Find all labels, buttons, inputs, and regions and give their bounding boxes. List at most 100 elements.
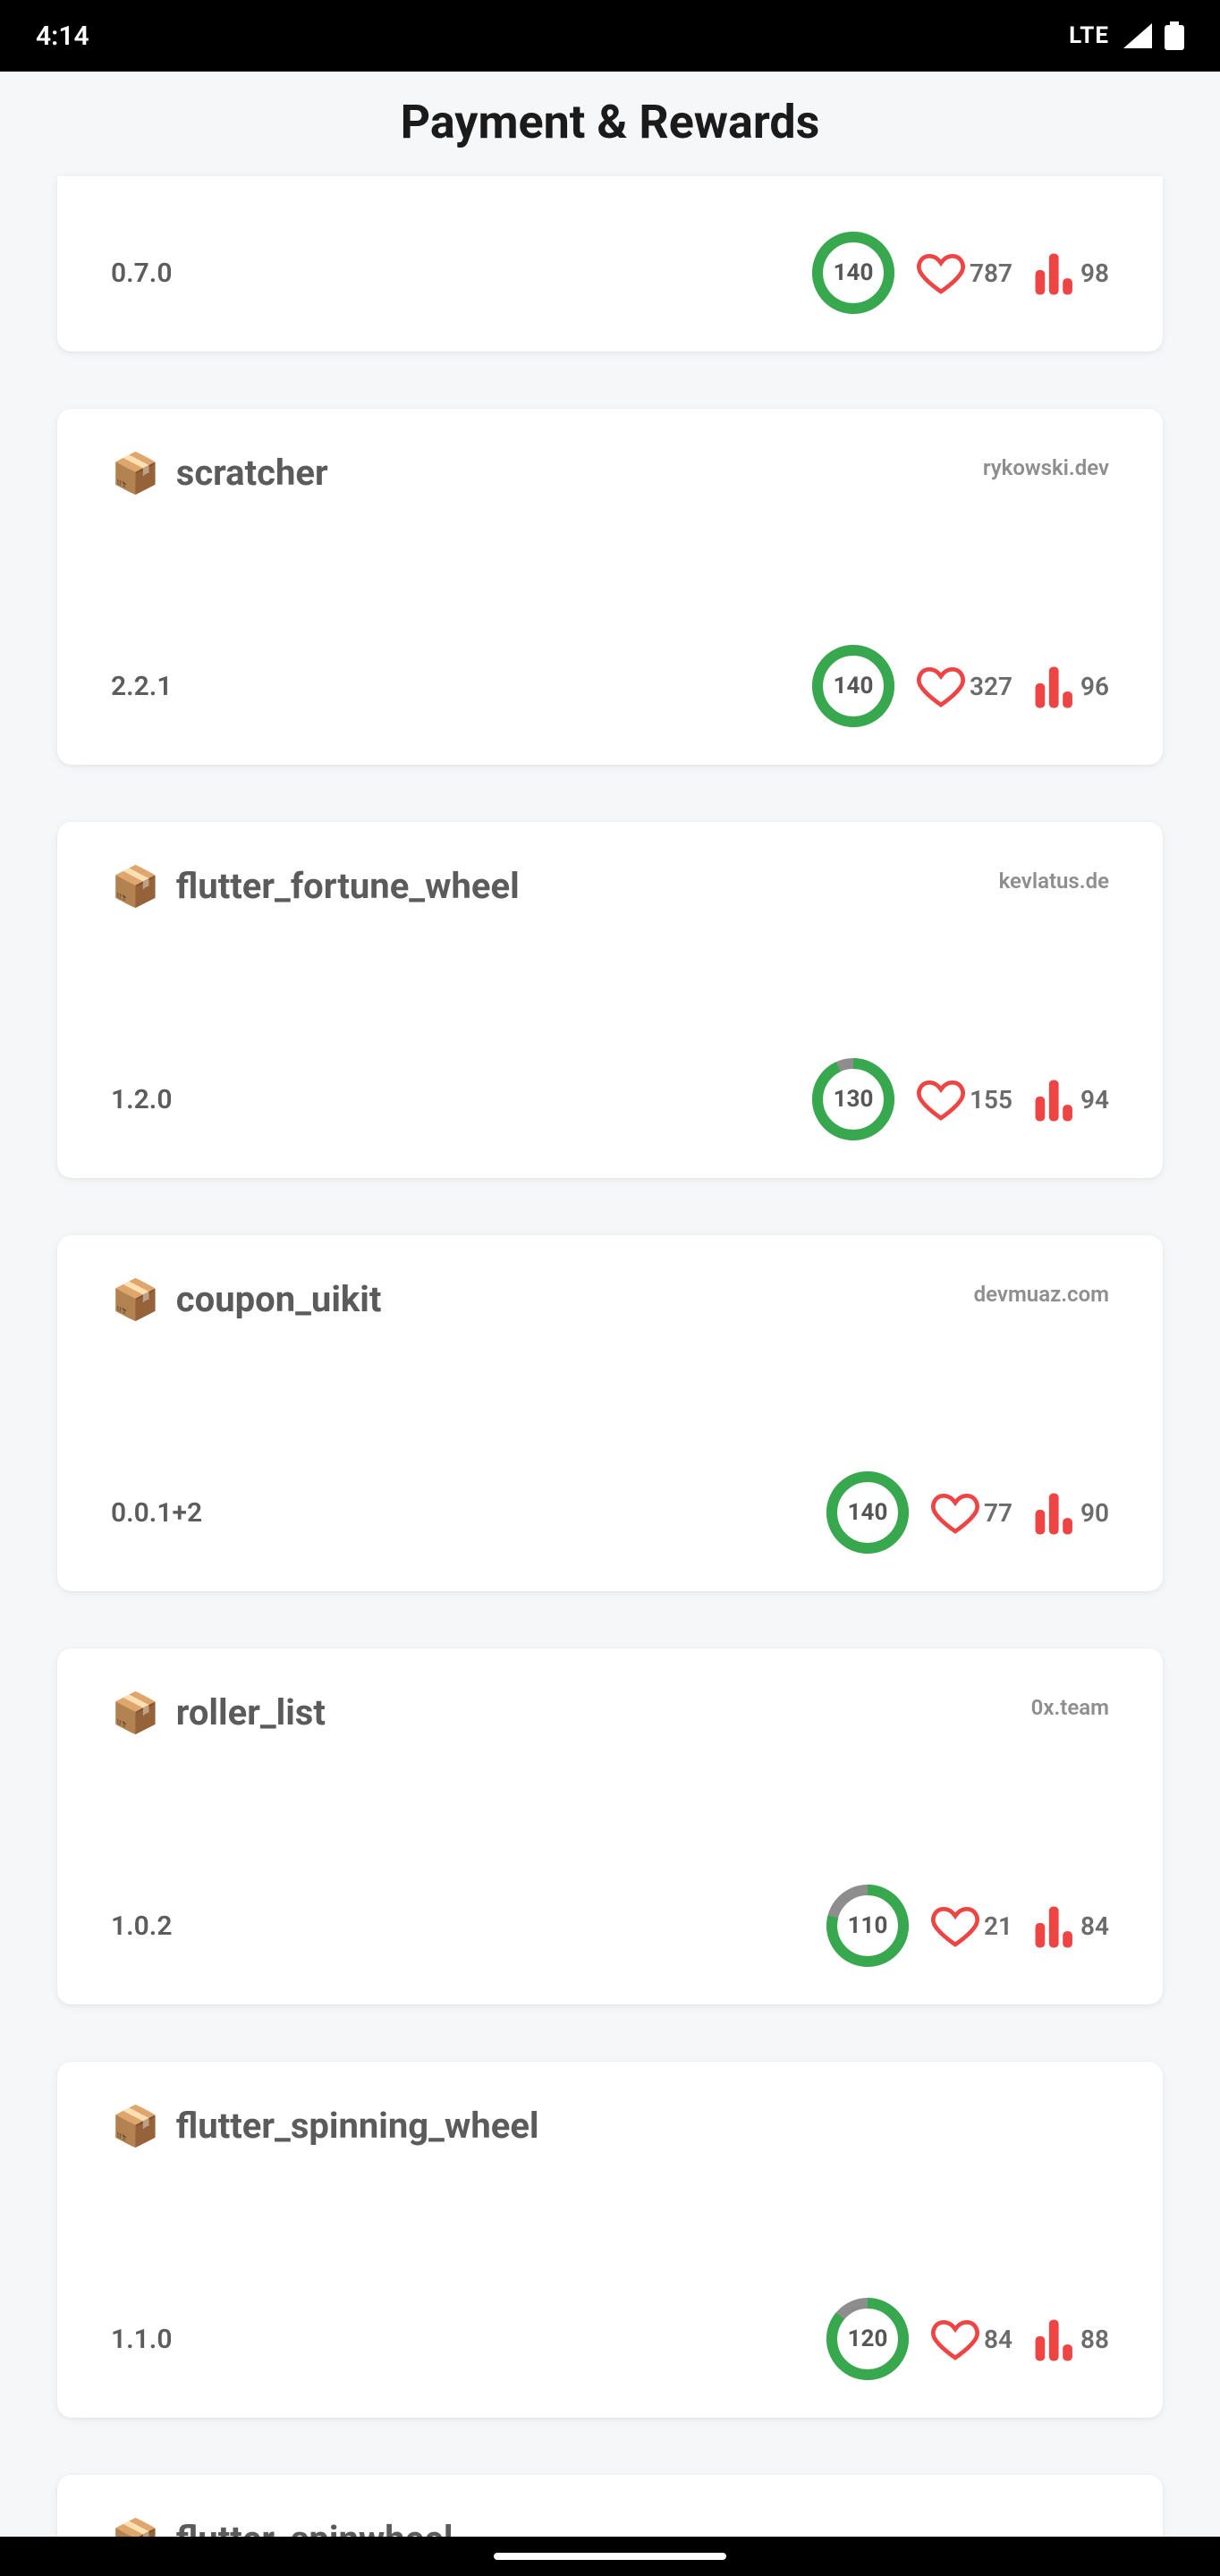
likes-value: 21 [984,1911,1012,1941]
package-name: scratcher [176,452,328,494]
popularity-stat: 98 [1034,250,1109,295]
likes-stat: 21 [930,1901,1012,1951]
popularity-stat: 94 [1034,1077,1109,1122]
pub-score-ring: 120 [826,2298,909,2380]
card-header: 📦 flutter_spinwheel [111,2518,1109,2537]
version-label: 2.2.1 [111,671,172,702]
likes-value: 77 [984,1498,1012,1528]
package-icon: 📦 [111,1693,160,1733]
likes-stat: 787 [916,248,1012,298]
package-icon: 📦 [111,2106,160,2146]
likes-value: 787 [970,258,1012,288]
package-name: coupon_uikit [176,1278,382,1320]
page-title: Payment & Rewards [0,72,1220,176]
pub-score-value: 140 [834,673,874,699]
likes-value: 84 [984,2325,1012,2354]
package-title-row: 📦 flutter_spinwheel [111,2518,453,2537]
status-indicators: LTE [1069,21,1184,50]
stats-row: 110 21 84 [826,1885,1109,1967]
status-time: 4:14 [36,21,89,52]
status-bar: 4:14 LTE [0,0,1220,72]
card-footer: 2.2.1 140 327 [111,645,1109,727]
package-name: flutter_spinwheel [176,2518,453,2537]
publisher-label: devmuaz.com [974,1282,1109,1307]
package-icon: 📦 [111,1280,160,1319]
card-header: 📦 coupon_uikit devmuaz.com [111,1278,1109,1320]
popularity-value: 96 [1080,672,1109,701]
likes-stat: 327 [916,661,1012,711]
popularity-value: 88 [1080,2325,1109,2354]
app-body: Payment & Rewards 0.7.0 140 787 [0,72,1220,2537]
version-label: 0.0.1+2 [111,1497,202,1529]
pub-score-value: 140 [848,1499,888,1526]
card-footer: 1.0.2 110 21 [111,1885,1109,1967]
package-card[interactable]: 📦 flutter_spinwheel 0.1.0 110 [57,2475,1163,2537]
bars-icon [1034,2317,1075,2361]
pub-score-value: 130 [834,1086,874,1113]
likes-value: 327 [970,672,1012,701]
package-name: roller_list [176,1691,326,1733]
likes-stat: 84 [930,2314,1012,2364]
card-header: 📦 flutter_spinning_wheel [111,2105,1109,2147]
signal-icon [1122,23,1152,48]
popularity-value: 94 [1080,1085,1109,1114]
pub-score-value: 110 [848,1912,888,1939]
package-card[interactable]: 📦 scratcher rykowski.dev 2.2.1 140 [57,409,1163,765]
package-card[interactable]: 📦 flutter_fortune_wheel kevlatus.de 1.2.… [57,822,1163,1178]
publisher-label: 0x.team [1031,1695,1109,1720]
bars-icon [1034,1490,1075,1535]
package-name: flutter_fortune_wheel [176,865,520,907]
stats-row: 140 327 96 [812,645,1109,727]
publisher-label: kevlatus.de [999,869,1109,894]
pub-score-ring: 130 [812,1058,894,1140]
heart-icon [916,661,966,711]
nav-bar-area [0,2537,1220,2576]
heart-icon [916,1074,966,1124]
popularity-stat: 90 [1034,1490,1109,1535]
package-card[interactable]: 📦 flutter_spinning_wheel 1.1.0 120 [57,2062,1163,2418]
heart-icon [930,1487,980,1538]
bars-icon [1034,250,1075,295]
popularity-stat: 88 [1034,2317,1109,2361]
bars-icon [1034,1903,1075,1948]
battery-icon [1165,21,1184,50]
package-title-row: 📦 roller_list [111,1691,326,1733]
version-label: 1.1.0 [111,2324,172,2355]
nav-pill[interactable] [494,2553,726,2560]
heart-icon [930,1901,980,1951]
pub-score-value: 140 [834,259,874,286]
version-label: 1.2.0 [111,1084,172,1115]
popularity-stat: 96 [1034,664,1109,708]
bars-icon [1034,1077,1075,1122]
pub-score-ring: 110 [826,1885,909,1967]
package-card[interactable]: 📦 coupon_uikit devmuaz.com 0.0.1+2 140 [57,1235,1163,1591]
version-label: 1.0.2 [111,1911,172,1942]
pub-score-ring: 140 [812,645,894,727]
bars-icon [1034,664,1075,708]
heart-icon [916,248,966,298]
network-label: LTE [1069,22,1109,49]
version-label: 0.7.0 [111,258,172,289]
stats-row: 130 155 94 [812,1058,1109,1140]
package-name: flutter_spinning_wheel [176,2105,539,2147]
pub-score-ring: 140 [812,232,894,314]
card-footer: 0.7.0 140 787 [111,232,1109,314]
heart-icon [930,2314,980,2364]
card-header: 📦 scratcher rykowski.dev [111,452,1109,494]
package-title-row: 📦 coupon_uikit [111,1278,381,1320]
likes-value: 155 [970,1085,1012,1114]
package-icon: 📦 [111,867,160,906]
publisher-label: rykowski.dev [983,455,1109,480]
popularity-stat: 84 [1034,1903,1109,1948]
package-list[interactable]: 0.7.0 140 787 [0,176,1220,2537]
package-card[interactable]: 📦 roller_list 0x.team 1.0.2 110 [57,1648,1163,2004]
popularity-value: 90 [1080,1498,1109,1528]
popularity-value: 98 [1080,258,1109,288]
stats-row: 140 77 90 [826,1471,1109,1554]
package-card[interactable]: 0.7.0 140 787 [57,176,1163,352]
card-footer: 1.2.0 130 155 [111,1058,1109,1140]
likes-stat: 77 [930,1487,1012,1538]
likes-stat: 155 [916,1074,1012,1124]
card-header: 📦 flutter_fortune_wheel kevlatus.de [111,865,1109,907]
stats-row: 140 787 98 [812,232,1109,314]
